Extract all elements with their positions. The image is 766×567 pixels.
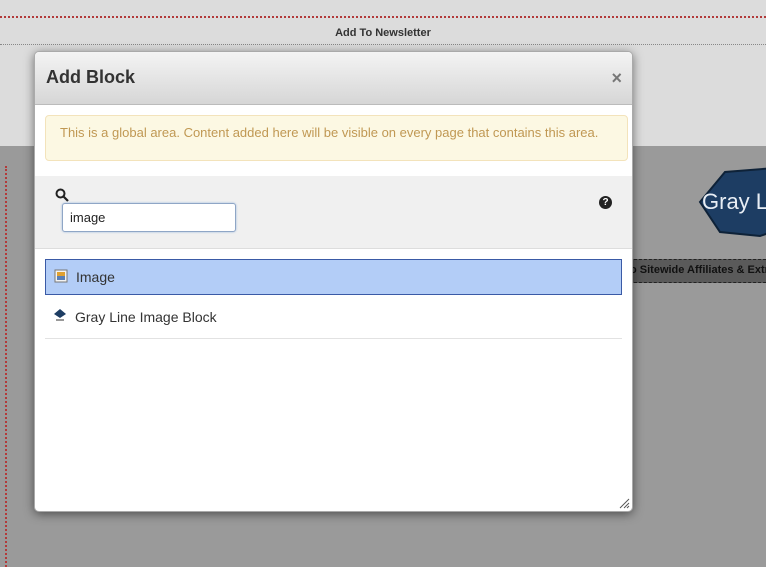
gray-line-logo-icon xyxy=(54,309,66,321)
global-area-alert: This is a global area. Content added her… xyxy=(45,115,628,161)
result-item-image[interactable]: Image xyxy=(45,259,622,295)
resize-handle-icon[interactable] xyxy=(618,497,630,509)
close-icon[interactable]: × xyxy=(611,68,622,89)
block-search-input[interactable] xyxy=(62,203,236,232)
area-border xyxy=(0,44,766,45)
add-block-dialog: Add Block × This is a global area. Conte… xyxy=(34,51,633,512)
block-search-bar: ? xyxy=(35,176,632,249)
result-item-label: Gray Line Image Block xyxy=(75,309,217,325)
help-icon[interactable]: ? xyxy=(599,196,612,209)
result-item-label: Image xyxy=(76,269,115,285)
newsletter-area-label[interactable]: Add To Newsletter xyxy=(0,27,766,39)
logo-text: Gray L xyxy=(702,189,766,214)
block-results-list: Image Gray Line Image Block xyxy=(45,259,622,339)
image-block-icon xyxy=(54,269,68,283)
gray-line-logo: Gray L xyxy=(698,167,766,238)
search-icon xyxy=(55,188,69,202)
dialog-title: Add Block xyxy=(46,67,136,87)
area-border xyxy=(0,16,766,18)
area-border xyxy=(5,166,7,567)
affiliates-area-label[interactable]: o Sitewide Affiliates & Extr xyxy=(629,259,766,283)
dialog-header: Add Block × xyxy=(35,52,632,105)
result-item-gray-line-image-block[interactable]: Gray Line Image Block xyxy=(45,298,622,339)
